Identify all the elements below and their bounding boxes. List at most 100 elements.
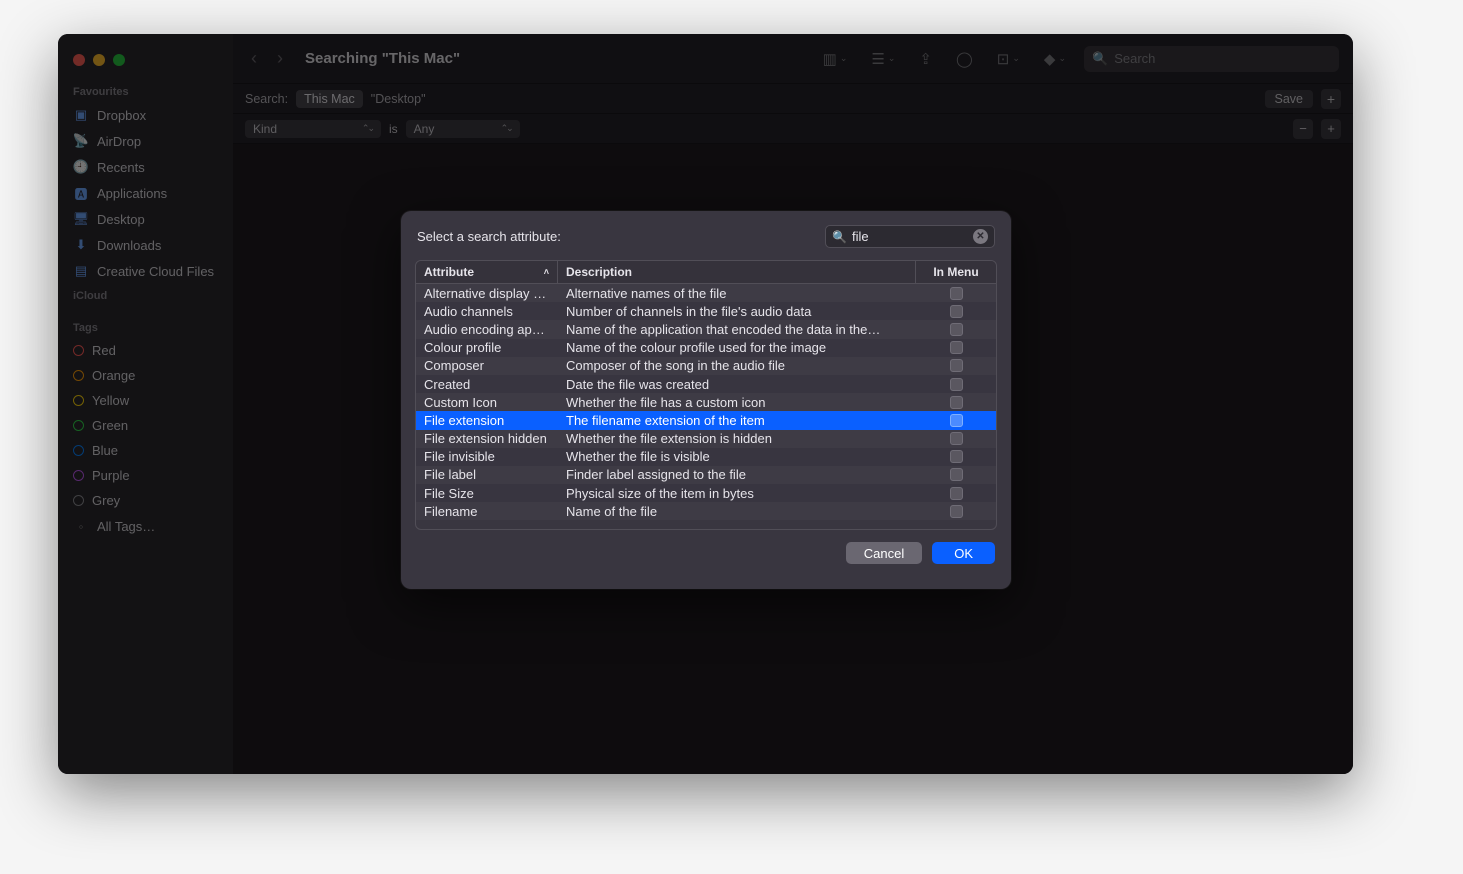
add-criteria-button[interactable]: +	[1321, 119, 1341, 139]
attribute-row[interactable]: File SizePhysical size of the item in by…	[416, 484, 996, 502]
attribute-name: Audio encoding appli…	[416, 322, 558, 337]
ok-button[interactable]: OK	[932, 542, 995, 564]
attribute-row[interactable]: File labelFinder label assigned to the f…	[416, 466, 996, 484]
in-menu-checkbox[interactable]	[950, 468, 963, 481]
sidebar-item-label: All Tags…	[97, 519, 155, 534]
tag-color-icon	[73, 370, 84, 381]
sidebar-tag-orange[interactable]: Orange	[58, 363, 233, 388]
attribute-description: Name of the application that encoded the…	[558, 322, 916, 337]
forward-button[interactable]: ›	[273, 48, 287, 69]
sidebar-tag-blue[interactable]: Blue	[58, 438, 233, 463]
criteria-value-select[interactable]: Any ⌃⌄	[406, 120, 520, 138]
in-menu-checkbox[interactable]	[950, 432, 963, 445]
attribute-row[interactable]: Colour profileName of the colour profile…	[416, 339, 996, 357]
search-icon: 🔍	[832, 230, 847, 244]
sidebar-item-dropbox[interactable]: ▣Dropbox	[58, 102, 233, 128]
attribute-name: Audio channels	[416, 304, 558, 319]
attribute-search-field[interactable]: 🔍 file ✕	[825, 225, 995, 248]
group-button[interactable]: ☰ ⌄	[865, 50, 901, 68]
sidebar-item-creative-cloud-files[interactable]: ▤Creative Cloud Files	[58, 258, 233, 284]
column-header-attribute[interactable]: Attribute ˄	[416, 261, 558, 283]
attribute-row[interactable]: File invisibleWhether the file is visibl…	[416, 448, 996, 466]
share-button[interactable]: ⇪	[913, 50, 938, 68]
close-button[interactable]	[73, 54, 85, 66]
folder-icon: 📡	[73, 133, 89, 149]
sidebar-item-label: Yellow	[92, 393, 129, 408]
attribute-row[interactable]: Custom IconWhether the file has a custom…	[416, 393, 996, 411]
sidebar-item-all-tags[interactable]: ◦ All Tags…	[58, 513, 233, 539]
sidebar-tag-red[interactable]: Red	[58, 338, 233, 363]
attribute-row[interactable]: Audio channelsNumber of channels in the …	[416, 302, 996, 320]
attribute-search-value: file	[852, 229, 968, 244]
sidebar-item-label: Dropbox	[97, 108, 146, 123]
attribute-in-menu-cell	[916, 359, 996, 372]
tags-button[interactable]: ◯	[950, 50, 979, 68]
attribute-description: Physical size of the item in bytes	[558, 486, 916, 501]
criteria-value-label: Any	[414, 122, 435, 136]
back-button[interactable]: ‹	[247, 48, 261, 69]
attribute-in-menu-cell	[916, 323, 996, 336]
sidebar-item-downloads[interactable]: ⬇Downloads	[58, 232, 233, 258]
sidebar-tag-green[interactable]: Green	[58, 413, 233, 438]
in-menu-checkbox[interactable]	[950, 359, 963, 372]
sidebar-item-label: Recents	[97, 160, 145, 175]
actions-button[interactable]: ⊡ ⌄	[991, 50, 1026, 68]
attribute-description: Date the file was created	[558, 377, 916, 392]
scope-desktop[interactable]: "Desktop"	[371, 92, 426, 106]
tag-color-icon	[73, 495, 84, 506]
column-header-in-menu[interactable]: In Menu	[916, 261, 996, 283]
attribute-description: Whether the file has a custom icon	[558, 395, 916, 410]
in-menu-checkbox[interactable]	[950, 414, 963, 427]
remove-criteria-button[interactable]: −	[1293, 119, 1313, 139]
attribute-row[interactable]: Audio encoding appli…Name of the applica…	[416, 320, 996, 338]
sidebar-item-label: Purple	[92, 468, 130, 483]
window-controls	[58, 44, 233, 80]
criteria-kind-select[interactable]: Kind ⌃⌄	[245, 120, 381, 138]
dropbox-button[interactable]: ◆ ⌄	[1038, 50, 1072, 68]
attribute-row[interactable]: Alternative display na…Alternative names…	[416, 284, 996, 302]
attribute-row[interactable]: ComposerComposer of the song in the audi…	[416, 357, 996, 375]
column-header-description[interactable]: Description	[558, 261, 916, 283]
sidebar-item-label: AirDrop	[97, 134, 141, 149]
sidebar-item-desktop[interactable]: 🖥Desktop	[58, 206, 233, 232]
attribute-row[interactable]: CreatedDate the file was created	[416, 375, 996, 393]
attribute-description: The filename extension of the item	[558, 413, 916, 428]
sidebar: Favourites ▣Dropbox📡AirDrop🕘Recents🅰Appl…	[58, 34, 233, 774]
in-menu-checkbox[interactable]	[950, 396, 963, 409]
attribute-name: File invisible	[416, 449, 558, 464]
attribute-table-body[interactable]: Alternative display na…Alternative names…	[416, 284, 996, 529]
sidebar-item-recents[interactable]: 🕘Recents	[58, 154, 233, 180]
folder-icon: ⬇	[73, 237, 89, 253]
chevron-updown-icon: ⌃⌄	[501, 123, 512, 134]
in-menu-checkbox[interactable]	[950, 378, 963, 391]
attribute-description: Whether the file is visible	[558, 449, 916, 464]
attribute-row[interactable]: File extension hiddenWhether the file ex…	[416, 430, 996, 448]
scope-label: Search:	[245, 92, 288, 106]
in-menu-checkbox[interactable]	[950, 287, 963, 300]
sidebar-item-airdrop[interactable]: 📡 AirDrop	[58, 128, 233, 154]
add-scope-button[interactable]: +	[1321, 89, 1341, 109]
attribute-in-menu-cell	[916, 396, 996, 409]
view-options-button[interactable]: ▥ ⌄	[817, 50, 854, 68]
in-menu-checkbox[interactable]	[950, 341, 963, 354]
sidebar-tag-purple[interactable]: Purple	[58, 463, 233, 488]
clear-search-button[interactable]: ✕	[973, 229, 988, 244]
scope-this-mac[interactable]: This Mac	[296, 90, 363, 108]
sidebar-tag-yellow[interactable]: Yellow	[58, 388, 233, 413]
sort-ascending-icon: ˄	[544, 267, 549, 277]
in-menu-checkbox[interactable]	[950, 323, 963, 336]
sidebar-item-label: Creative Cloud Files	[97, 264, 214, 279]
attribute-row[interactable]: FilenameName of the file	[416, 502, 996, 520]
in-menu-checkbox[interactable]	[950, 505, 963, 518]
toolbar-search[interactable]: 🔍 Search	[1084, 46, 1339, 72]
in-menu-checkbox[interactable]	[950, 305, 963, 318]
minimize-button[interactable]	[93, 54, 105, 66]
attribute-row[interactable]: File extensionThe filename extension of …	[416, 411, 996, 429]
in-menu-checkbox[interactable]	[950, 450, 963, 463]
cancel-button[interactable]: Cancel	[846, 542, 922, 564]
in-menu-checkbox[interactable]	[950, 487, 963, 500]
sidebar-tag-grey[interactable]: Grey	[58, 488, 233, 513]
maximize-button[interactable]	[113, 54, 125, 66]
sidebar-item-applications[interactable]: 🅰Applications	[58, 180, 233, 206]
save-search-button[interactable]: Save	[1265, 90, 1314, 108]
